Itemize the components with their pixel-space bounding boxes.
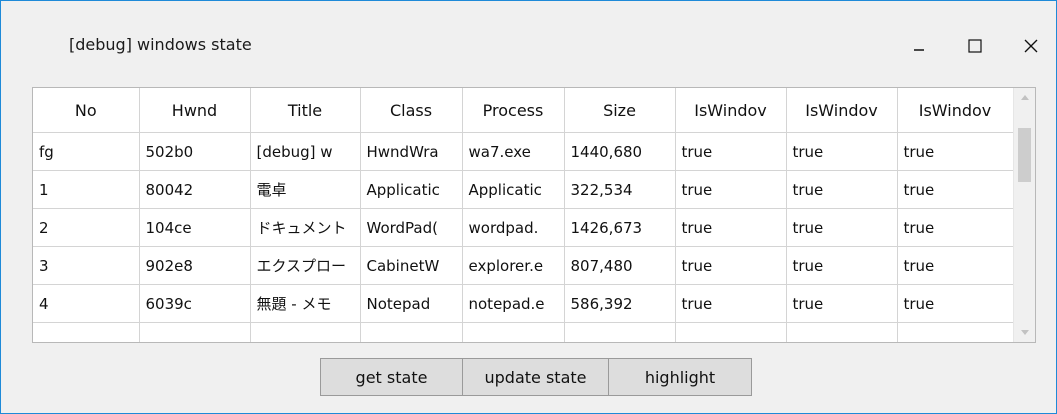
table-cell[interactable]: true [897, 284, 1014, 323]
window-title: [debug] windows state [69, 35, 252, 54]
table-row-partial[interactable] [33, 322, 1014, 342]
table-cell[interactable]: 80042 [139, 170, 251, 209]
column-header-process[interactable]: Process [462, 88, 565, 133]
table-row[interactable]: 3 902e8 エクスプロー CabinetW explorer.e 807,4… [33, 246, 1014, 285]
table-cell[interactable]: エクスプロー [250, 246, 361, 285]
table-cell[interactable]: [debug] w [250, 132, 361, 171]
table-cell[interactable]: 104ce [139, 208, 251, 247]
scroll-up-button[interactable] [1014, 88, 1035, 108]
table-row[interactable]: 2 104ce ドキュメント WordPad( wordpad. 1426,67… [33, 208, 1014, 247]
table-cell[interactable]: CabinetW [360, 246, 463, 285]
table-cell[interactable]: true [897, 170, 1014, 209]
table-cell[interactable]: 2 [33, 208, 140, 247]
table-cell[interactable]: wa7.exe [462, 132, 565, 171]
scrollbar-thumb[interactable] [1018, 128, 1031, 182]
column-header-hwnd[interactable]: Hwnd [139, 88, 251, 133]
table-cell[interactable]: 807,480 [564, 246, 676, 285]
table-cell[interactable]: 586,392 [564, 284, 676, 323]
get-state-button[interactable]: get state [320, 358, 463, 396]
scroll-down-arrow-icon [1020, 330, 1029, 335]
table-cell[interactable]: fg [33, 132, 140, 171]
column-header-title[interactable]: Title [250, 88, 361, 133]
table-cell[interactable]: true [786, 170, 898, 209]
close-button[interactable] [1008, 23, 1054, 69]
table-cell[interactable]: true [675, 132, 787, 171]
table-cell[interactable]: 1426,673 [564, 208, 676, 247]
windows-data-grid[interactable]: No Hwnd Title Class Process Size IsWindo… [32, 87, 1036, 343]
column-header-iswindow-3[interactable]: IsWindov [897, 88, 1014, 133]
table-cell[interactable]: true [897, 208, 1014, 247]
table-cell[interactable]: ドキュメント [250, 208, 361, 247]
table-cell[interactable]: 1 [33, 170, 140, 209]
table-cell[interactable]: 322,534 [564, 170, 676, 209]
title-bar[interactable]: [debug] windows state [1, 1, 1056, 69]
table-cell[interactable]: 無題 - メモ [250, 284, 361, 323]
table-cell[interactable]: 3 [33, 246, 140, 285]
table-cell[interactable]: 502b0 [139, 132, 251, 171]
table-cell[interactable]: true [897, 246, 1014, 285]
table-cell[interactable]: Notepad [360, 284, 463, 323]
table-cell[interactable]: true [786, 246, 898, 285]
table-cell[interactable]: Applicatic [462, 170, 565, 209]
scroll-down-button[interactable] [1014, 322, 1035, 342]
column-header-class[interactable]: Class [360, 88, 463, 133]
update-state-button[interactable]: update state [462, 358, 609, 396]
highlight-button[interactable]: highlight [608, 358, 752, 396]
minimize-button[interactable] [896, 23, 942, 69]
table-cell[interactable]: true [786, 284, 898, 323]
vertical-scrollbar[interactable] [1013, 88, 1035, 342]
table-cell[interactable]: 電卓 [250, 170, 361, 209]
table-cell[interactable]: true [897, 132, 1014, 171]
table-cell[interactable]: Applicatic [360, 170, 463, 209]
column-header-iswindow-1[interactable]: IsWindov [675, 88, 787, 133]
table-row[interactable]: fg 502b0 [debug] w HwndWra wa7.exe 1440,… [33, 132, 1014, 171]
close-icon [1024, 39, 1038, 53]
column-header-size[interactable]: Size [564, 88, 676, 133]
scroll-up-arrow-icon [1020, 95, 1029, 100]
windows-table: No Hwnd Title Class Process Size IsWindo… [33, 88, 1014, 342]
column-header-no[interactable]: No [33, 88, 140, 133]
maximize-icon [968, 39, 982, 53]
table-cell[interactable]: true [675, 284, 787, 323]
table-cell[interactable]: 902e8 [139, 246, 251, 285]
table-cell[interactable]: true [675, 208, 787, 247]
table-cell[interactable]: notepad.e [462, 284, 565, 323]
table-cell[interactable]: explorer.e [462, 246, 565, 285]
maximize-button[interactable] [952, 23, 998, 69]
table-cell[interactable]: true [786, 132, 898, 171]
table-row[interactable]: 4 6039c 無題 - メモ Notepad notepad.e 586,39… [33, 284, 1014, 323]
debug-window: [debug] windows state No Hwnd Title Clas… [0, 0, 1057, 414]
table-cell[interactable]: 4 [33, 284, 140, 323]
header-row: No Hwnd Title Class Process Size IsWindo… [33, 88, 1014, 133]
table-cell[interactable]: true [675, 246, 787, 285]
table-row[interactable]: 1 80042 電卓 Applicatic Applicatic 322,534… [33, 170, 1014, 209]
table-cell[interactable]: wordpad. [462, 208, 565, 247]
table-cell[interactable]: true [786, 208, 898, 247]
column-header-iswindow-2[interactable]: IsWindov [786, 88, 898, 133]
table-cell[interactable]: HwndWra [360, 132, 463, 171]
table-cell[interactable]: WordPad( [360, 208, 463, 247]
table-cell[interactable]: true [675, 170, 787, 209]
action-button-bar: get state update state highlight [320, 358, 752, 396]
minimize-icon [914, 49, 924, 51]
table-cell[interactable]: 1440,680 [564, 132, 676, 171]
table-cell[interactable]: 6039c [139, 284, 251, 323]
